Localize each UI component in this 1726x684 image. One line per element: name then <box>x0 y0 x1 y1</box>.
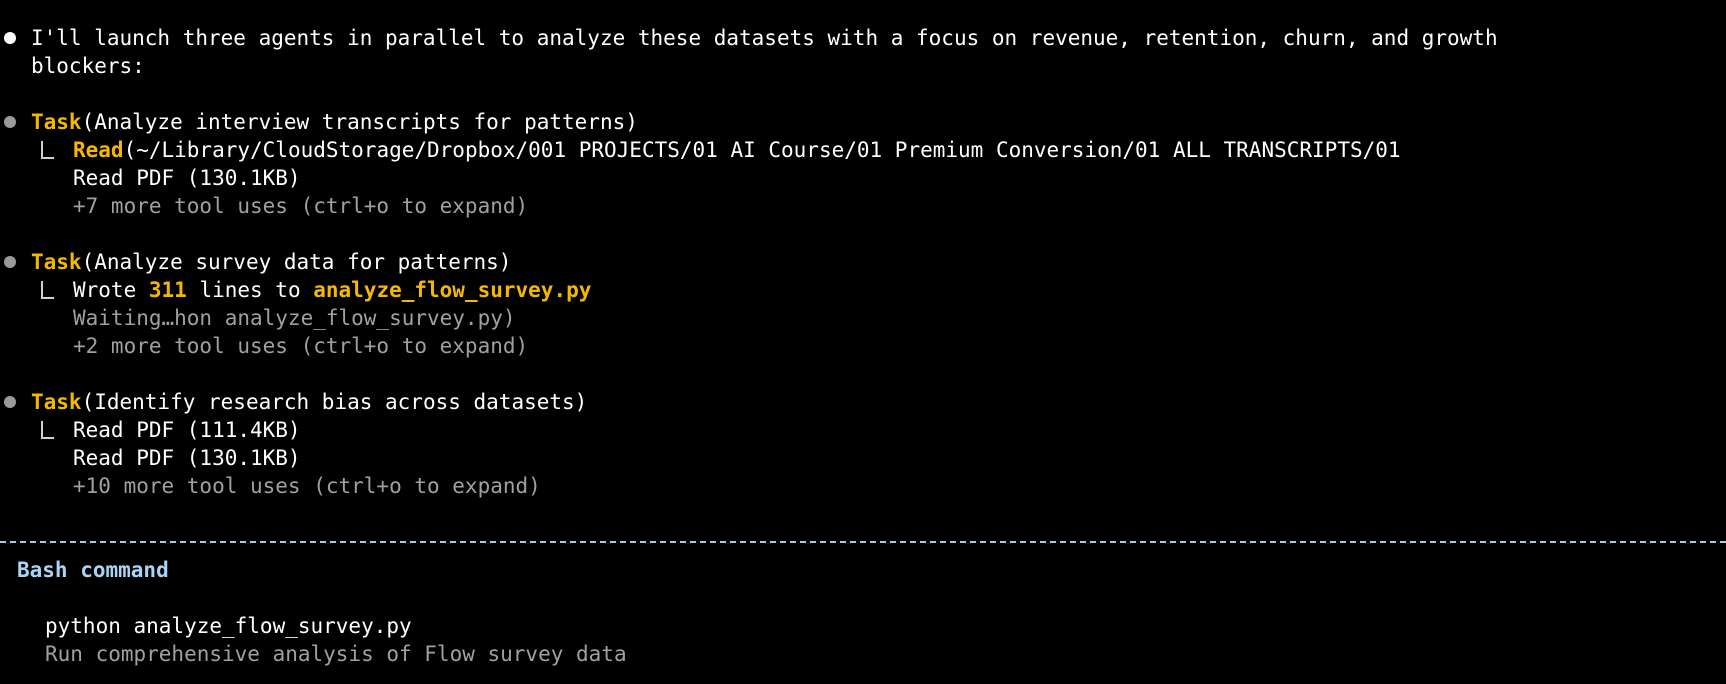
task-title: (Identify research bias across datasets) <box>81 390 588 414</box>
task-subitem: Read(~/Library/CloudStorage/Dropbox/001 … <box>73 136 1401 164</box>
intro-text-line-1: I'll launch three agents in parallel to … <box>31 26 1498 50</box>
waiting-status: Waiting…hon analyze_flow_survey.py) <box>73 306 516 330</box>
file-name: analyze_flow_survey.py <box>313 278 592 302</box>
section-divider <box>0 541 1726 543</box>
message-bullet-icon <box>4 32 16 44</box>
bash-command-text: python analyze_flow_survey.py <box>45 614 412 638</box>
wrote-prefix: Wrote <box>73 278 149 302</box>
task-label: Task <box>31 110 82 134</box>
tree-branch-icon <box>41 141 54 159</box>
task-subitem: Read PDF (111.4KB) <box>73 418 301 442</box>
task-bullet-icon <box>4 396 16 408</box>
tool-name: Read <box>73 138 124 162</box>
tree-branch-icon <box>41 421 54 439</box>
task-label: Task <box>31 250 82 274</box>
task-bullet-icon <box>4 256 16 268</box>
task-subitem-line: Read PDF (130.1KB) <box>73 446 301 470</box>
task-title: (Analyze interview transcripts for patte… <box>81 110 638 134</box>
task-subitem: Wrote 311 lines to analyze_flow_survey.p… <box>73 276 591 304</box>
more-tool-uses[interactable]: +7 more tool uses (ctrl+o to expand) <box>73 192 528 220</box>
task-label: Task <box>31 390 82 414</box>
line-count: 311 <box>148 278 187 302</box>
wrote-mid: lines to <box>186 278 314 302</box>
tree-branch-icon <box>41 281 54 299</box>
task-subitem-line: Read PDF (130.1KB) <box>73 166 301 190</box>
task-header: Task(Analyze interview transcripts for p… <box>31 108 638 136</box>
task-header: Task(Analyze survey data for patterns) <box>31 248 511 276</box>
more-tool-uses[interactable]: +2 more tool uses (ctrl+o to expand) <box>73 332 528 360</box>
bash-command-description: Run comprehensive analysis of Flow surve… <box>45 642 627 666</box>
task-bullet-icon <box>4 116 16 128</box>
tool-args: (~/Library/CloudStorage/Dropbox/001 PROJ… <box>123 138 1401 162</box>
bash-command-title: Bash command <box>17 558 169 582</box>
intro-text-line-2: blockers: <box>31 54 145 78</box>
task-header: Task(Identify research bias across datas… <box>31 388 587 416</box>
more-tool-uses[interactable]: +10 more tool uses (ctrl+o to expand) <box>73 472 541 500</box>
task-title: (Analyze survey data for patterns) <box>81 250 512 274</box>
